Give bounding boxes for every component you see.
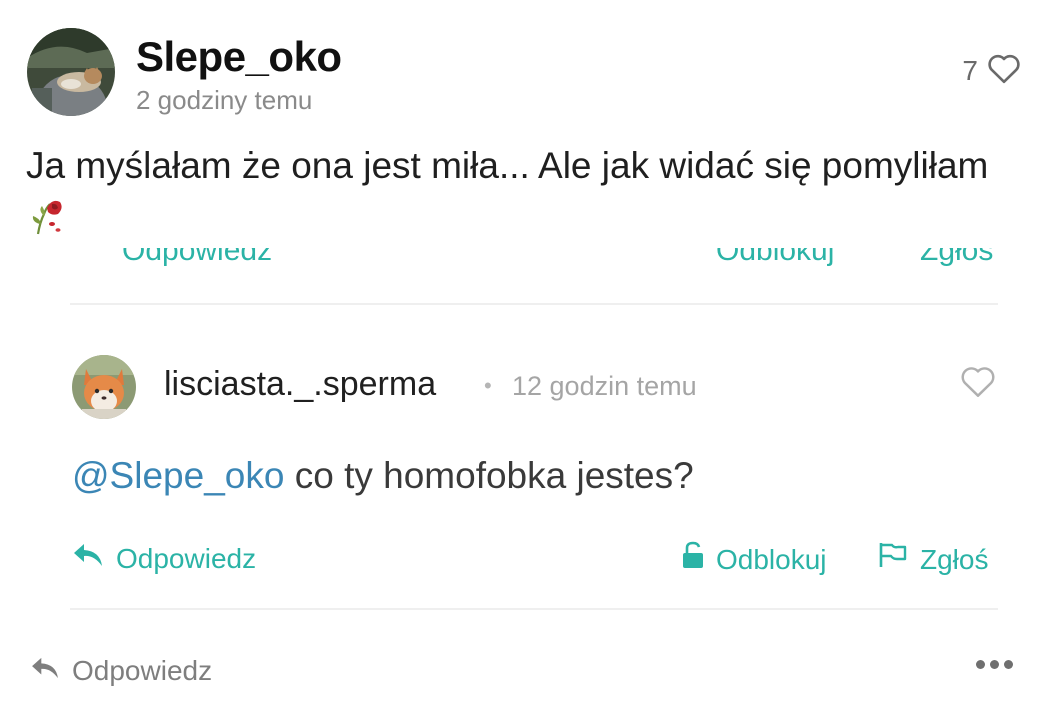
reply-arrow-icon	[72, 541, 104, 577]
comment-text: co ty homofobka jestes?	[284, 455, 694, 496]
post-like-button[interactable]: 7	[962, 52, 1022, 89]
reply-label: Odpowiedz	[116, 543, 257, 574]
flag-icon	[878, 541, 908, 578]
post-timestamp: 2 godziny temu	[136, 85, 313, 115]
heart-icon	[958, 367, 998, 402]
post-like-count: 7	[962, 54, 978, 86]
previous-comment-actions: Odpowiedz Odblokuj Zgłoś	[70, 248, 1000, 274]
reply-button[interactable]: Odpowiedz	[72, 541, 256, 577]
post-reply-button[interactable]: Odpowiedz	[30, 653, 212, 689]
user-mention-link[interactable]: @Slepe_oko	[72, 455, 284, 496]
report-button[interactable]: Zgłoś	[878, 541, 988, 578]
previous-report-button[interactable]: Zgłoś	[880, 248, 993, 268]
post-author-name[interactable]: Slepe_oko	[136, 32, 342, 82]
unblock-label: Odblokuj	[716, 543, 827, 575]
comment-like-button[interactable]	[958, 364, 998, 403]
comment-divider	[70, 608, 998, 610]
comment-body: @Slepe_oko co ty homofobka jestes?	[72, 452, 694, 500]
comment-separator: •	[484, 373, 492, 398]
comment-author-avatar[interactable]	[72, 355, 136, 419]
reply-arrow-icon	[30, 653, 60, 689]
post-reply-label: Odpowiedz	[72, 655, 213, 686]
author-avatar[interactable]	[27, 28, 115, 116]
heart-icon	[986, 52, 1022, 89]
comment-divider	[70, 303, 998, 305]
previous-reply-button[interactable]: Odpowiedz	[70, 248, 272, 268]
comment-author-name[interactable]: lisciasta._.sperma	[164, 364, 436, 404]
wilted-rose-icon	[30, 194, 66, 250]
post-body: Ja myślałam że ona jest miła... Ale jak …	[26, 140, 1026, 250]
unlock-icon	[682, 541, 704, 578]
previous-unblock-button[interactable]: Odblokuj	[682, 248, 834, 268]
unblock-button[interactable]: Odblokuj	[682, 541, 827, 578]
report-label: Zgłoś	[920, 543, 989, 575]
post-text: Ja myślałam że ona jest miła... Ale jak …	[26, 145, 989, 186]
more-options-icon[interactable]	[976, 660, 1013, 669]
comment-timestamp: 12 godzin temu	[512, 371, 697, 401]
